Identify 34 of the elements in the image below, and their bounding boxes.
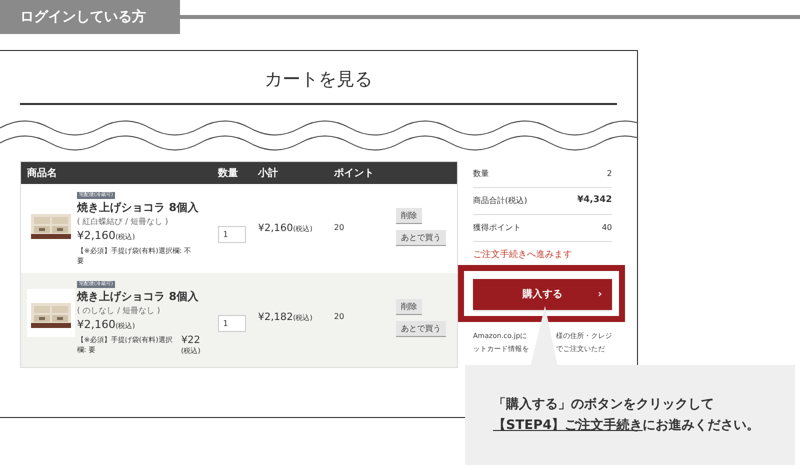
step4-link[interactable]: 【STEP4】ご注文手続き — [493, 415, 643, 436]
section-tag: ログインしている方 — [0, 0, 180, 34]
column-header: 小計 — [258, 166, 279, 180]
save-for-later-button[interactable]: あとで買う — [396, 321, 446, 337]
column-header: ポイント — [334, 166, 374, 180]
product-price: ¥2,160 — [77, 228, 116, 243]
quantity-field[interactable]: 1 — [218, 226, 246, 243]
product-name: 焼き上げショコラ 8個入 — [77, 200, 198, 216]
subtotal: ¥2,160 — [258, 222, 293, 236]
summary-label: 数量 — [473, 168, 489, 180]
product-options: ( のしなし / 短冊なし ) — [77, 305, 160, 317]
summary-label: 商品合計(税込) — [473, 195, 528, 207]
summary-label: 獲得ポイント — [473, 222, 521, 234]
points: 20 — [334, 311, 346, 323]
quantity-field[interactable]: 1 — [218, 315, 246, 332]
product-name: 焼き上げショコラ 8個入 — [77, 289, 198, 305]
summary-value: 40 — [602, 222, 612, 234]
page-title: カートを見る — [264, 68, 372, 92]
order-notice: ご注文手続きへ進みます — [473, 249, 573, 262]
delete-button[interactable]: 削除 — [396, 208, 422, 224]
product-options: ( 紅白蝶結び / 短冊なし ) — [77, 216, 168, 228]
points: 20 — [334, 222, 346, 234]
summary-value: 2 — [606, 168, 612, 180]
bag-price: ¥22 — [181, 335, 200, 347]
delete-button[interactable]: 削除 — [396, 299, 422, 315]
subtotal: ¥2,182 — [258, 311, 293, 325]
product-price: ¥2,160 — [77, 317, 116, 332]
column-header: 数量 — [218, 166, 239, 180]
summary-value: ¥4,342 — [577, 194, 612, 208]
column-header: 商品名 — [26, 166, 58, 180]
purchase-button[interactable]: 購入する › — [473, 279, 612, 310]
save-for-later-button[interactable]: あとで買う — [396, 230, 446, 246]
callout-text: 「購入する」のボタンをクリックして — [493, 396, 715, 414]
callout-text: にお進みください。 — [642, 417, 760, 435]
